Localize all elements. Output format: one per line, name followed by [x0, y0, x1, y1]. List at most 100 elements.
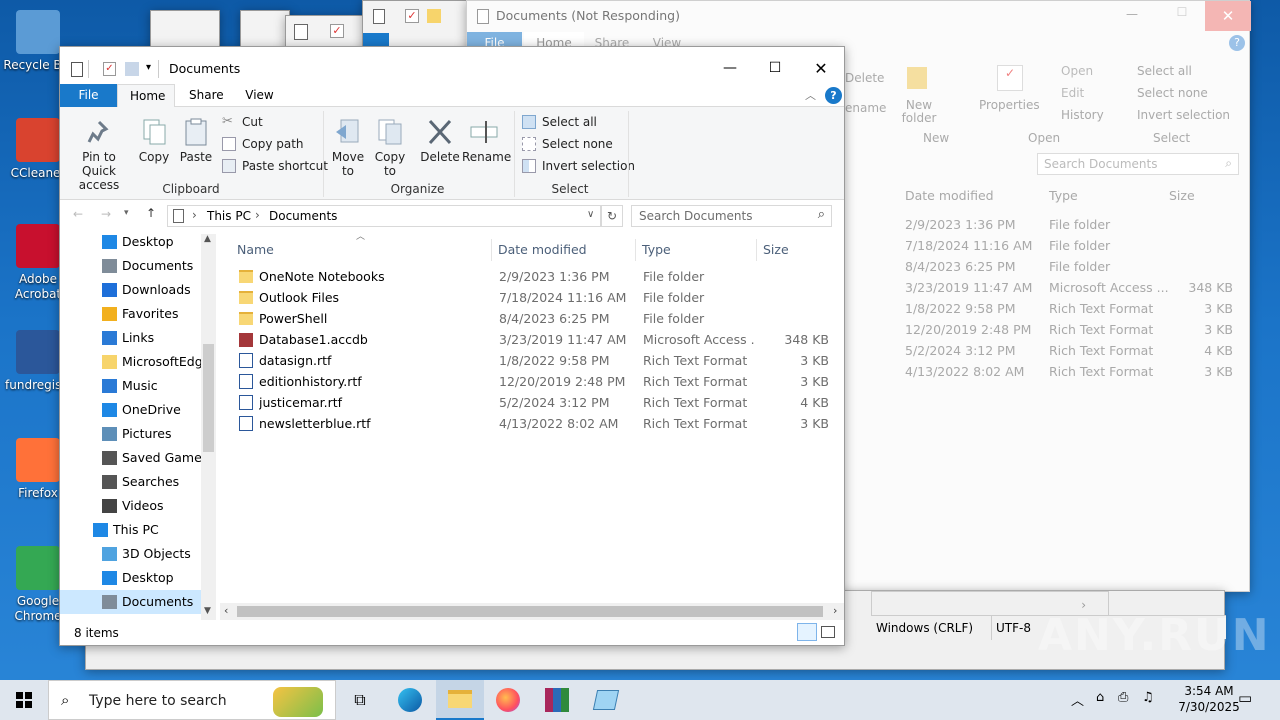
breadcrumb-documents[interactable]: Documents	[269, 209, 337, 223]
column-type[interactable]: Type	[636, 239, 756, 261]
tab-view[interactable]: View	[232, 84, 287, 107]
sidebar-item-microsoftedge[interactable]: MicrosoftEdge	[60, 350, 210, 374]
notifications-icon[interactable]: ▭	[1238, 689, 1252, 707]
start-button[interactable]	[0, 680, 48, 720]
history-button[interactable]: History	[1061, 108, 1104, 122]
column-name[interactable]: Name	[231, 239, 491, 261]
chevron-down-icon[interactable]: ∨	[587, 209, 594, 220]
back-arrow-icon[interactable]: ←	[73, 207, 83, 221]
help-icon[interactable]: ?	[1229, 35, 1245, 51]
maximize-button[interactable]: ☐	[752, 52, 798, 84]
table-row[interactable]: justicemar.rtf 5/2/2024 3:12 PM Rich Text …	[231, 392, 831, 413]
select-all-button[interactable]: Select all	[1137, 64, 1192, 78]
network-icon[interactable]: ⎙	[1118, 690, 1128, 705]
delete-button[interactable]: Delete	[420, 117, 460, 164]
search-box[interactable]: Search Documents ⌕	[631, 205, 832, 227]
move-to-button[interactable]: Move to	[328, 117, 368, 178]
sidebar-item-searches[interactable]: Searches	[60, 470, 201, 494]
large-icons-view-icon[interactable]	[821, 626, 835, 638]
close-button[interactable]: ✕	[798, 52, 844, 84]
cut-button[interactable]: ✂ Cut	[220, 112, 263, 132]
edge-button[interactable]	[386, 680, 434, 720]
close-button[interactable]: ✕	[1205, 1, 1251, 31]
copy-path-button[interactable]: Copy path	[220, 134, 304, 154]
scrollbar-thumb[interactable]	[237, 606, 823, 617]
notepad-button[interactable]	[582, 680, 630, 720]
device-icon[interactable]: ⌂	[1096, 690, 1104, 705]
column-date[interactable]: Date modified	[905, 188, 994, 203]
winrar-button[interactable]	[533, 680, 581, 720]
table-row[interactable]: Outlook Files 7/18/2024 11:16 AM File fold…	[231, 287, 831, 308]
details-view-icon[interactable]	[797, 623, 817, 641]
sidebar-item-documents[interactable]: Documents	[60, 254, 201, 278]
sidebar-item-favorites[interactable]: Favorites	[60, 302, 201, 326]
firefox-button[interactable]	[484, 680, 532, 720]
chevron-up-icon[interactable]: ︿	[805, 87, 816, 103]
copy-button[interactable]: Copy	[136, 117, 172, 164]
table-row[interactable]: datasign.rtf 1/8/2022 9:58 PM Rich Text Fo…	[231, 350, 831, 371]
help-icon[interactable]: ?	[825, 87, 842, 104]
properties-button[interactable]: Properties	[979, 98, 1040, 112]
select-none-button[interactable]: Select none	[520, 134, 613, 154]
new-folder-button[interactable]: New folder	[899, 99, 939, 125]
tab-file[interactable]: File	[60, 84, 117, 107]
table-row[interactable]: newsletterblue.rtf 4/13/2022 8:02 AM Rich …	[231, 413, 831, 434]
maximize-button[interactable]: ☐	[1167, 5, 1197, 19]
edit-button[interactable]: Edit	[1061, 86, 1084, 100]
sidebar-item-documents[interactable]: Documents	[60, 590, 201, 614]
scroll-left-icon[interactable]: ‹	[224, 604, 228, 617]
forward-arrow-icon[interactable]: →	[101, 207, 111, 221]
column-date[interactable]: Date modified	[492, 239, 635, 261]
table-row[interactable]: Database1.accdb 3/23/2019 11:47 AM Microso…	[231, 329, 831, 350]
table-row[interactable]: PowerShell 8/4/2023 6:25 PM File folder	[231, 308, 831, 329]
sidebar-item-desktop[interactable]: Desktop	[60, 566, 201, 590]
column-type[interactable]: Type	[1049, 188, 1078, 203]
sidebar-item-links[interactable]: Links	[60, 326, 201, 350]
stacked-window-b[interactable]	[240, 10, 290, 50]
rename-button[interactable]: Rename	[462, 117, 511, 164]
taskbar-search[interactable]: ⌕ Type here to search	[48, 680, 336, 720]
task-view-button[interactable]: ⧉	[336, 680, 384, 720]
sidebar-item-desktop[interactable]: Desktop	[60, 232, 201, 254]
file-explorer-button[interactable]	[436, 680, 484, 720]
paste-button[interactable]: Paste	[178, 117, 214, 164]
sidebar-item-music[interactable]: Music	[60, 374, 201, 398]
sidebar-item-videos[interactable]: Videos	[60, 494, 201, 518]
chevron-down-icon[interactable]: ▾	[146, 62, 151, 73]
table-row[interactable]: OneNote Notebooks 2/9/2023 1:36 PM File fo…	[231, 266, 831, 287]
paste-shortcut-button[interactable]: Paste shortcut	[220, 156, 328, 176]
invert-selection-button[interactable]: Invert selection	[520, 156, 635, 176]
select-all-button[interactable]: Select all	[520, 112, 597, 132]
pin-quick-access-button[interactable]: Pin to Quick access	[64, 117, 134, 192]
scroll-up-icon[interactable]: ▲	[204, 234, 211, 244]
scroll-down-icon[interactable]: ▼	[204, 606, 211, 616]
horizontal-scrollbar[interactable]: ‹ ›	[220, 603, 844, 620]
column-size[interactable]: Size	[757, 239, 827, 261]
sidebar-item-downloads[interactable]: Downloads	[60, 278, 201, 302]
minimize-button[interactable]: —	[707, 52, 753, 84]
open-button[interactable]: Open	[1061, 64, 1093, 78]
chevron-down-icon[interactable]: ▾	[124, 208, 129, 218]
stacked-window-d[interactable]: ✓	[362, 0, 472, 53]
address-bar[interactable]: › This PC › Documents ∨	[167, 205, 601, 227]
properties-quick-icon[interactable]: ✓	[103, 62, 116, 76]
scrollbar-thumb[interactable]	[203, 344, 214, 452]
nav-scrollbar[interactable]: ▲ ▼	[201, 234, 216, 620]
new-folder-quick-icon[interactable]	[125, 62, 139, 76]
up-arrow-icon[interactable]: ↑	[146, 206, 156, 220]
sidebar-item-onedrive[interactable]: OneDrive	[60, 398, 201, 422]
select-none-button[interactable]: Select none	[1137, 86, 1208, 100]
volume-icon[interactable]: ♫	[1142, 690, 1154, 705]
scroll-right-icon[interactable]: ›	[833, 604, 837, 617]
breadcrumb-this-pc[interactable]: This PC	[207, 209, 251, 223]
tab-share[interactable]: Share	[177, 84, 232, 107]
column-size[interactable]: Size	[1169, 188, 1195, 203]
minimize-button[interactable]: —	[1117, 7, 1147, 21]
invert-selection-button[interactable]: Invert selection	[1137, 108, 1230, 122]
chevron-up-icon[interactable]: ︿	[1071, 690, 1084, 709]
table-row[interactable]: editionhistory.rtf 12/20/2019 2:48 PM Rich…	[231, 371, 831, 392]
sidebar-item-pictures[interactable]: Pictures	[60, 422, 201, 446]
explorer-window[interactable]: ✓ ▾ Documents — ☐ ✕ File Home Share View…	[59, 46, 845, 646]
copy-to-button[interactable]: Copy to	[370, 117, 410, 178]
search-box[interactable]: Search Documents ⌕	[1037, 153, 1239, 175]
